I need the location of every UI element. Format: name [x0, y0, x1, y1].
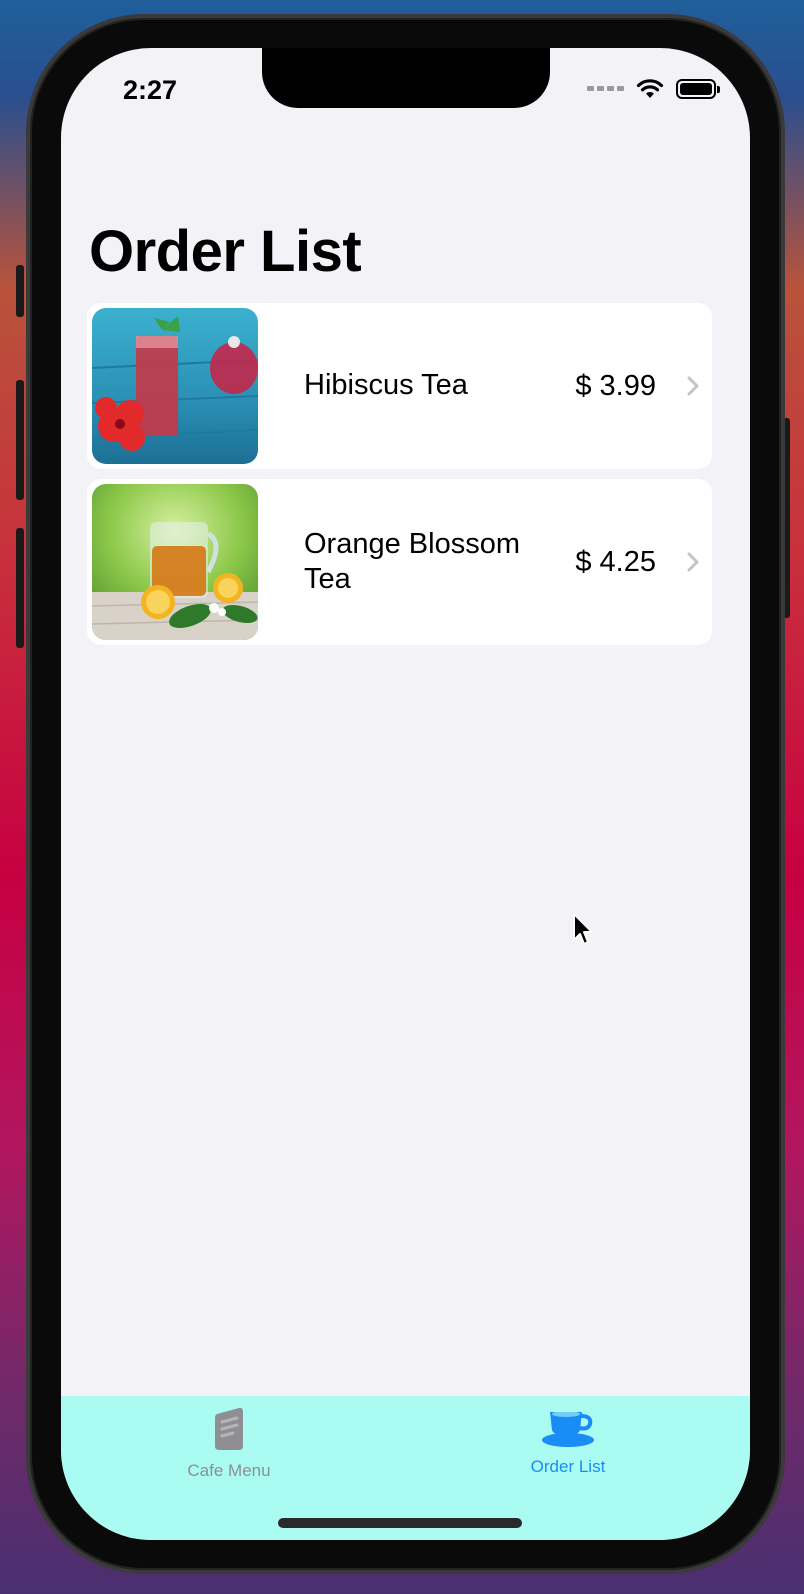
item-name: Orange Blossom Tea: [304, 528, 520, 595]
notch: [262, 48, 550, 108]
page-title: Order List: [89, 219, 362, 284]
tab-label: Order List: [530, 1457, 606, 1476]
order-list: Hibiscus Tea $ 3.99 Orange Blossom Tea $…: [87, 303, 712, 655]
item-name: Hibiscus Tea: [304, 369, 468, 401]
mouse-cursor-icon: [573, 913, 593, 945]
home-indicator[interactable]: [278, 1518, 522, 1528]
item-price: $ 3.99: [575, 369, 656, 402]
order-row-hibiscus-tea[interactable]: Hibiscus Tea $ 3.99: [87, 303, 712, 469]
coffee-cup-icon: [542, 1411, 594, 1447]
hibiscus-tea-photo: [92, 308, 258, 464]
status-icons: [587, 78, 720, 99]
battery-icon: [676, 78, 720, 99]
order-row-orange-blossom-tea[interactable]: Orange Blossom Tea $ 4.25: [87, 479, 712, 645]
chevron-right-icon: [687, 552, 699, 572]
tab-order-list[interactable]: Order List: [468, 1406, 668, 1477]
item-price: $ 4.25: [575, 545, 656, 578]
orange-blossom-tea-photo: [92, 484, 258, 640]
status-time: 2:27: [123, 75, 178, 105]
volume-down-button: [16, 528, 24, 648]
signal-icon: [587, 86, 624, 91]
tab-bar: Cafe Menu Order List: [61, 1396, 750, 1540]
chevron-right-icon: [687, 376, 699, 396]
tab-label: Cafe Menu: [187, 1461, 271, 1480]
volume-up-button: [16, 380, 24, 500]
tab-cafe-menu[interactable]: Cafe Menu: [129, 1406, 329, 1481]
app-screen: 2:27 Order List Hibiscus Tea $ 3.99 Oran…: [61, 48, 750, 1540]
wifi-icon: [636, 79, 664, 98]
silent-switch: [16, 265, 24, 317]
book-icon: [215, 1407, 243, 1450]
